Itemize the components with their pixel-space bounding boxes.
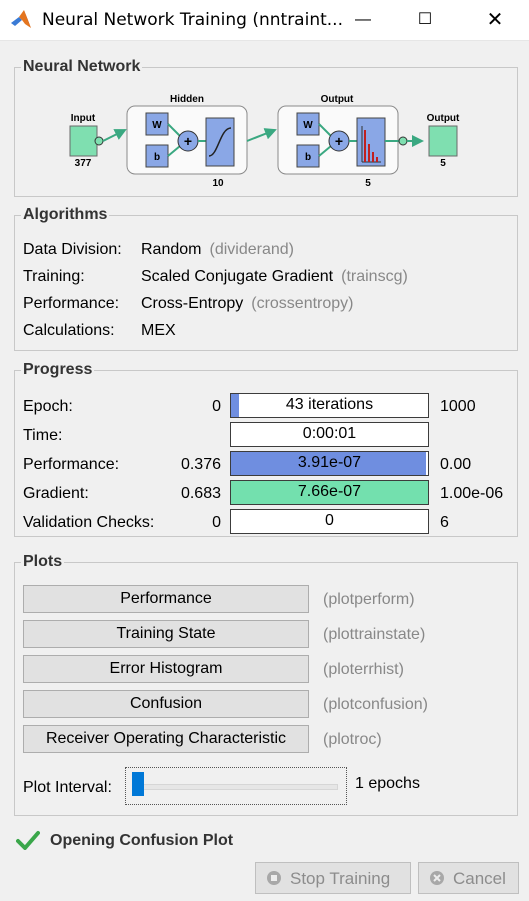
validation-start: 0 [212,514,221,531]
plot-roc-button[interactable]: Receiver Operating Characteristic [23,725,309,753]
validation-progress-text: 0 [325,512,334,529]
progress-panel: Progress Epoch: 0 43 iterations 1000 Tim… [14,361,518,537]
plot-interval-label: Plot Interval: [23,779,112,796]
minimize-button[interactable]: — [340,0,386,40]
stop-icon [267,871,281,885]
gradient-progress-text: 7.66e-07 [297,483,362,500]
plot-training-state-button[interactable]: Training State [23,620,309,648]
plot-error-histogram-fn: (ploterrhist) [323,661,404,678]
performance-progress-bar: 3.91e-07 [230,451,429,476]
plot-interval-value: 1 epochs [355,775,420,792]
gradient-start: 0.683 [180,485,221,502]
plot-roc-fn: (plotroc) [323,731,382,748]
progress-title: Progress [21,361,95,379]
plots-panel: Plots Performance (plotperform) Training… [14,553,518,816]
plot-training-state-fn: (plottrainstate) [323,626,426,643]
output-bias-label: b [305,152,311,163]
neural-network-panel: Neural Network Input 377 Hidden W b + 10… [14,58,518,197]
data-division-label: Data Division: [23,241,122,258]
output-layer-size: 5 [365,178,371,189]
hidden-bias-label: b [154,152,160,163]
cancel-button[interactable]: Cancel [418,862,519,894]
output-transfer-box [356,117,386,167]
cancel-label: Cancel [453,869,506,888]
performance-start: 0.376 [180,456,221,473]
slider-track[interactable] [138,784,338,790]
training-label: Training: [23,268,85,285]
network-diagram: Input 377 Hidden W b + 10 Output W b + 5… [69,94,460,189]
output-node [428,125,458,157]
plots-title: Plots [21,553,65,571]
close-button[interactable]: ✕ [472,0,518,40]
status-text: Opening Confusion Plot [50,832,234,849]
performance-end: 0.00 [440,456,472,473]
maximize-button[interactable]: ☐ [402,0,448,40]
data-division-value: Random (dividerand) [141,241,294,258]
calculations-label: Calculations: [23,322,115,339]
input-label: Input [71,113,96,124]
matlab-logo-icon [11,10,31,28]
epoch-progress-bar: 43 iterations [230,393,429,418]
performance-fn: (crossentropy) [251,295,354,312]
hidden-label: Hidden [170,94,204,105]
gradient-progress-bar: 7.66e-07 [230,480,429,505]
plot-performance-button[interactable]: Performance [23,585,309,613]
hidden-weight-label: W [152,120,162,131]
output-size: 5 [440,158,446,169]
time-progress-text: 0:00:01 [302,425,357,442]
data-division-fn: (dividerand) [209,241,294,258]
epoch-label: Epoch: [23,398,73,415]
output-label: Output [427,113,460,124]
svg-text:+: + [335,133,343,149]
gradient-label: Gradient: [23,485,89,502]
epoch-progress-text: 43 iterations [285,396,374,413]
check-icon [16,831,40,850]
window-title: Neural Network Training (nntraint... [42,10,343,30]
time-progress-bar: 0:00:01 [230,422,429,447]
cancel-icon [430,871,444,885]
performance-progress-text: 3.91e-07 [297,454,362,471]
plot-performance-fn: (plotperform) [323,591,415,608]
algorithms-title: Algorithms [21,206,110,224]
validation-checks-label: Validation Checks: [23,514,155,531]
title-bar: Neural Network Training (nntraint... — ☐… [0,0,529,41]
epoch-start: 0 [212,398,221,415]
stop-training-button[interactable]: Stop Training [255,862,411,894]
input-size: 377 [75,158,92,169]
epoch-end: 1000 [440,398,476,415]
training-value: Scaled Conjugate Gradient (trainscg) [141,268,408,285]
performance-label: Performance: [23,295,120,312]
performance-value: Cross-Entropy (crossentropy) [141,295,354,312]
slider-thumb[interactable] [132,772,144,796]
stop-training-label: Stop Training [290,869,391,888]
gradient-end: 1.00e-06 [440,485,504,502]
output-weight-label: W [303,120,313,131]
plot-interval-slider[interactable] [125,767,347,805]
plot-error-histogram-button[interactable]: Error Histogram [23,655,309,683]
validation-end: 6 [440,514,449,531]
calculations-value: MEX [141,322,176,339]
input-node [69,125,98,157]
plot-confusion-fn: (plotconfusion) [323,696,428,713]
time-label: Time: [23,427,63,444]
algorithms-panel: Algorithms Data Division: Random (divider… [14,206,518,351]
performance-progress-label: Performance: [23,456,120,473]
output-layer-label: Output [321,94,354,105]
hidden-size: 10 [212,178,224,189]
plot-confusion-button[interactable]: Confusion [23,690,309,718]
svg-text:+: + [184,133,192,149]
validation-progress-bar: 0 [230,509,429,534]
training-fn: (trainscg) [341,268,408,285]
